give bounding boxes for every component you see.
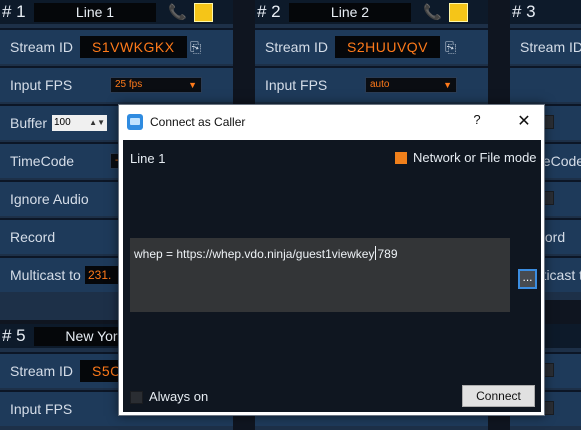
stream-id-row: Stream ID S1VWKGKX ⎘ [0, 28, 233, 64]
caller-url-textarea[interactable]: whep = https://whep.vdo.ninja/guest1view… [130, 238, 510, 312]
panel-header: # 2 Line 2 📞 [255, 0, 488, 24]
dialog-body: Line 1 Network or File mode whep = https… [123, 140, 541, 412]
more-options-button[interactable]: ... [518, 269, 537, 289]
timecode-label: TimeCode [10, 153, 75, 169]
ignore-audio-label: Ignore Audio [10, 191, 89, 207]
line-name-field[interactable]: Line 2 [289, 2, 411, 22]
panel-header: # 3 [510, 0, 581, 24]
panel-number: # 2 [257, 2, 281, 21]
stream-id-label: Stream ID [10, 39, 74, 55]
connect-button[interactable]: Connect [462, 385, 535, 407]
always-on-label[interactable]: Always on [149, 389, 208, 404]
dialog-title: Connect as Caller [150, 115, 246, 129]
stream-id-label: Stream ID [265, 39, 329, 55]
input-fps-label: Input FPS [10, 401, 73, 417]
panel-number: # 5 [2, 326, 26, 345]
network-mode-label[interactable]: Network or File mode [413, 150, 537, 165]
url-text-after-cursor: 789 [377, 247, 398, 261]
always-on-checkbox[interactable] [130, 391, 143, 404]
chevron-down-icon: ▼ [188, 80, 197, 90]
app-icon [127, 114, 143, 130]
phone-icon[interactable]: 📞 [168, 3, 187, 21]
status-square[interactable] [449, 2, 468, 22]
stream-id-row: Stream ID S2HUUVQV ⎘ [255, 28, 488, 64]
panel-number: # 3 [512, 2, 536, 21]
multicast-label: Multicast to [10, 267, 81, 283]
chevron-down-icon: ▼ [443, 80, 452, 90]
connect-as-caller-dialog: Connect as Caller ? ✕ Line 1 Network or … [118, 104, 545, 416]
input-fps-value: 25 fps [115, 79, 143, 90]
input-fps-label: Input FPS [10, 77, 73, 93]
input-fps-row [510, 66, 581, 102]
input-fps-select[interactable]: auto ▼ [365, 77, 457, 93]
stream-id-value[interactable]: S1VWKGKX [80, 36, 187, 58]
panel-number: # 1 [2, 2, 26, 21]
spin-arrows-icon[interactable]: ▲▼ [89, 115, 105, 131]
copy-icon[interactable]: ⎘ [190, 39, 201, 56]
status-square[interactable] [194, 2, 213, 22]
input-fps-row: Input FPS auto ▼ [255, 66, 488, 102]
buffer-spinbox[interactable]: 100 ▲▼ [52, 115, 107, 131]
url-text-before-cursor: whep = https://whep.vdo.ninja/guest1view… [134, 247, 375, 261]
record-label: Record [10, 229, 56, 245]
line-name-field[interactable]: Line 1 [34, 2, 156, 22]
panel-header: # 1 Line 1 📞 [0, 0, 233, 24]
copy-icon[interactable]: ⎘ [445, 39, 456, 56]
stream-id-label: Stream ID [10, 363, 74, 379]
stream-id-label: Stream ID [520, 39, 581, 55]
line-label: Line 1 [130, 151, 166, 166]
network-mode-indicator[interactable] [395, 152, 407, 164]
buffer-value: 100 [54, 117, 71, 128]
input-fps-select[interactable]: 25 fps ▼ [110, 77, 202, 93]
stream-id-value[interactable]: S2HUUVQV [335, 36, 441, 58]
buffer-label: Buffer [10, 115, 48, 131]
stream-id-row: Stream ID [510, 28, 581, 64]
close-button[interactable]: ✕ [515, 111, 533, 130]
panel-line-2: # 2 Line 2 📞 Stream ID S2HUUVQV ⎘ Input … [255, 0, 488, 108]
help-button[interactable]: ? [469, 112, 485, 130]
input-fps-label: Input FPS [265, 77, 328, 93]
dialog-titlebar[interactable]: Connect as Caller ? ✕ [119, 105, 544, 139]
phone-icon[interactable]: 📞 [423, 3, 442, 21]
input-fps-value: auto [370, 79, 390, 90]
input-fps-row: Input FPS 25 fps ▼ [0, 66, 233, 102]
